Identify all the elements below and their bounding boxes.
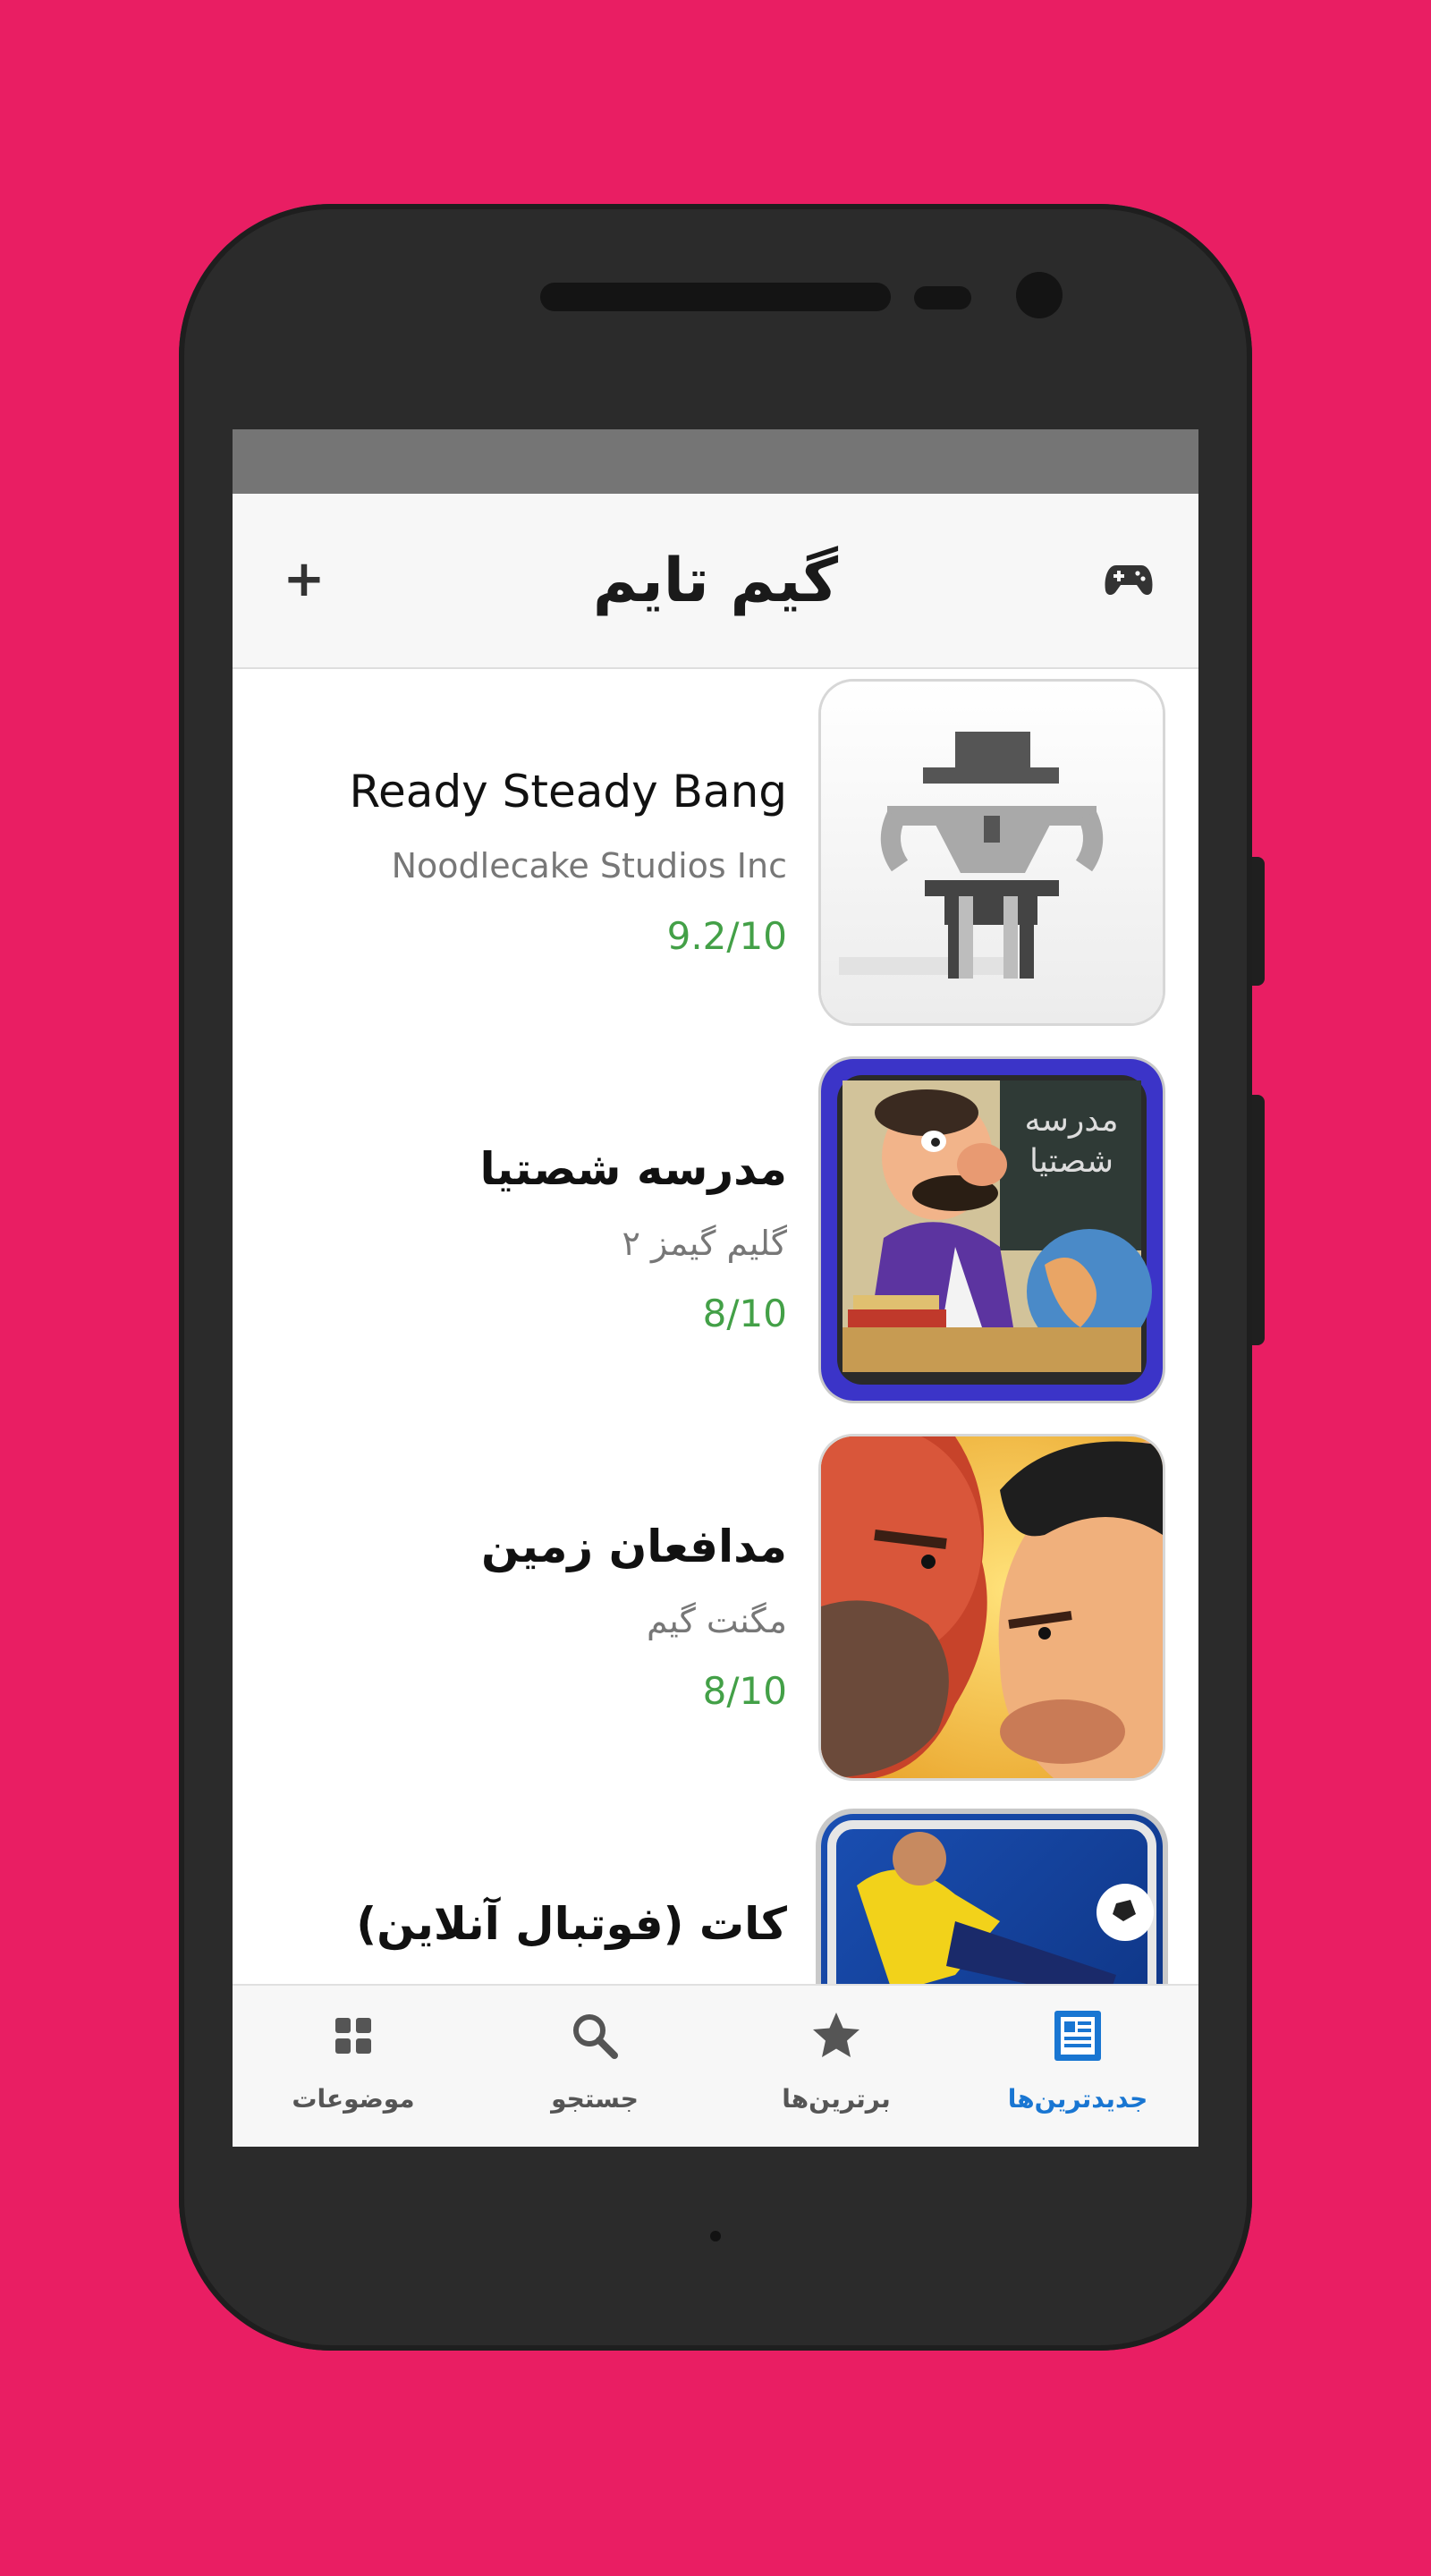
gamepad-icon[interactable] xyxy=(1104,562,1154,597)
add-button[interactable]: + xyxy=(279,547,329,612)
game-thumbnail[interactable] xyxy=(821,1436,1163,1778)
earpiece-speaker xyxy=(540,283,891,311)
cowboy-art xyxy=(821,682,1163,1023)
game-list: Ready Steady Bang Noodlecake Studios Inc… xyxy=(233,669,1198,2147)
tab-label: جستجو xyxy=(551,2084,639,2114)
list-item[interactable]: مدافعان زمین مگنت گیم 8/10 xyxy=(233,1424,1198,1801)
tab-categories[interactable]: موضوعات xyxy=(233,1986,474,2147)
game-developer: مگنت گیم xyxy=(646,1601,787,1640)
game-rating: 9.2/10 xyxy=(666,914,787,958)
volume-button xyxy=(1252,857,1265,986)
front-camera xyxy=(1016,272,1063,318)
game-thumbnail[interactable] xyxy=(821,682,1163,1023)
game-developer: گلیم گیمز ۲ xyxy=(622,1224,787,1263)
tab-label: برترین‌ها xyxy=(782,2084,891,2114)
game-title: Ready Steady Bang xyxy=(349,766,787,818)
grid-icon xyxy=(335,2018,371,2054)
game-developer: Noodlecake Studios Inc xyxy=(391,846,787,886)
tab-label: جدیدترین‌ها xyxy=(1007,2084,1148,2114)
game-rating: 8/10 xyxy=(702,1669,787,1713)
search-icon xyxy=(573,2014,618,2059)
app-bar: + گیم تایم xyxy=(233,494,1198,669)
game-thumbnail[interactable]: مدرسه شصتیا xyxy=(821,1059,1163,1401)
status-bar xyxy=(233,429,1198,494)
game-title: کات (فوتبال آنلاین) xyxy=(356,1898,787,1950)
teacher-art: مدرسه شصتیا xyxy=(821,1059,1163,1401)
power-button xyxy=(1252,1095,1265,1345)
app-title: گیم تایم xyxy=(592,546,839,616)
tab-top[interactable]: برترین‌ها xyxy=(716,1986,957,2147)
tab-label: موضوعات xyxy=(292,2084,415,2114)
screen: + گیم تایم Ready Steady Bang Noodlecake … xyxy=(233,429,1198,2147)
svg-text:مدرسه: مدرسه xyxy=(1024,1102,1118,1139)
microphone xyxy=(710,2231,721,2241)
bottom-nav: موضوعات جستجو برترین‌ها xyxy=(233,1984,1198,2147)
faces-art xyxy=(821,1436,1163,1778)
star-icon xyxy=(813,2012,859,2057)
newspaper-icon xyxy=(1054,2011,1101,2061)
list-item[interactable]: مدرسه شصتیا مدرسه شصتیا گلیم گیمز ۲ 8/10 xyxy=(233,1046,1198,1424)
game-rating: 8/10 xyxy=(702,1292,787,1335)
svg-text:شصتیا: شصتیا xyxy=(1029,1143,1113,1180)
list-item[interactable]: Ready Steady Bang Noodlecake Studios Inc… xyxy=(233,669,1198,1046)
sensor xyxy=(914,286,971,309)
phone-frame: + گیم تایم Ready Steady Bang Noodlecake … xyxy=(179,204,1265,2351)
game-title: مدرسه شصتیا xyxy=(479,1143,787,1195)
game-title: مدافعان زمین xyxy=(481,1521,787,1572)
tab-newest[interactable]: جدیدترین‌ها xyxy=(957,1986,1198,2147)
tab-search[interactable]: جستجو xyxy=(474,1986,716,2147)
